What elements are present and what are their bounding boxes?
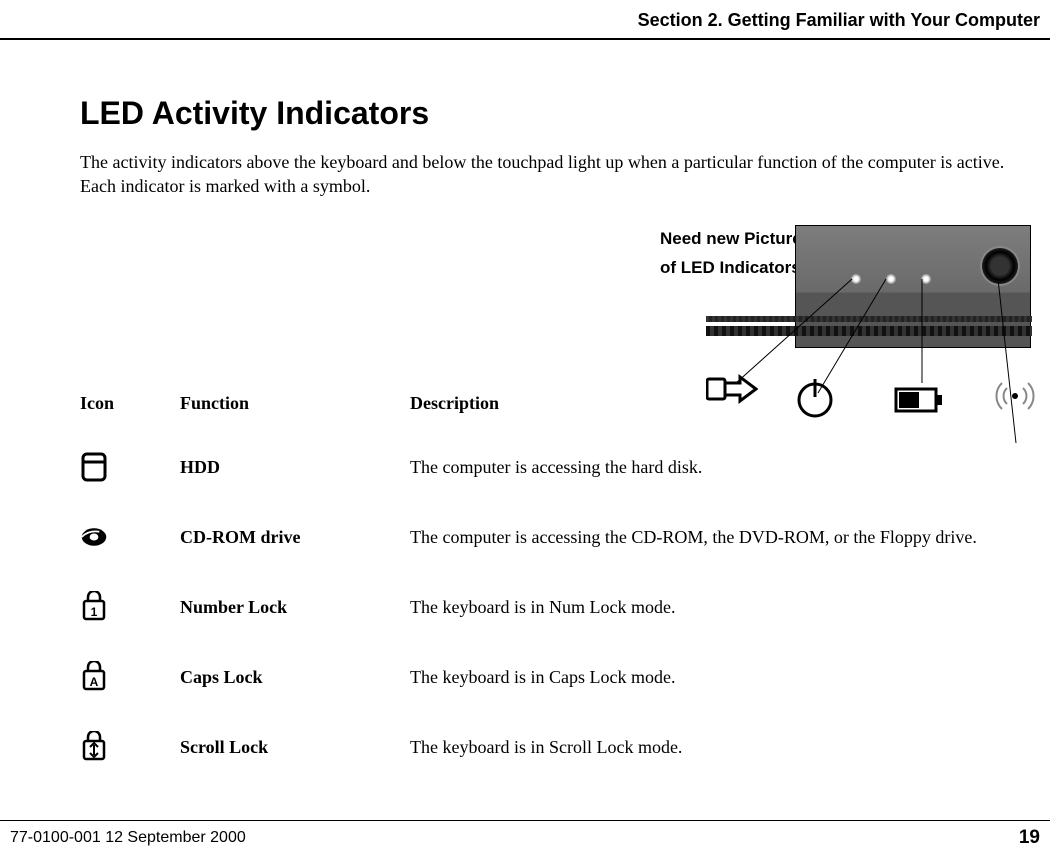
cell-description: The keyboard is in Num Lock mode. [410,597,1040,618]
cell-function: CD-ROM drive [180,527,410,548]
page-title: LED Activity Indicators [80,95,1040,132]
table-header: Icon Function Description [80,385,1040,432]
cell-description: The keyboard is in Caps Lock mode. [410,667,1040,688]
numlock-icon: 1 [80,593,108,621]
capslock-icon: A [80,663,108,691]
svg-text:A: A [90,675,99,689]
cell-description: The computer is accessing the CD-ROM, th… [410,527,1040,548]
cell-function: Scroll Lock [180,737,410,758]
scrolllock-icon [80,733,108,761]
led-photo [795,225,1031,348]
cdrom-icon [80,523,108,551]
cell-description: The keyboard is in Scroll Lock mode. [410,737,1040,758]
table-row: 1 Number Lock The keyboard is in Num Loc… [80,572,1040,642]
table-row: A Caps Lock The keyboard is in Caps Lock… [80,642,1040,712]
section-header: Section 2. Getting Familiar with Your Co… [638,10,1040,31]
cell-description: The computer is accessing the hard disk. [410,457,1040,478]
intro-paragraph: The activity indicators above the keyboa… [80,150,1020,199]
cell-function: Number Lock [180,597,410,618]
table-row: Scroll Lock The keyboard is in Scroll Lo… [80,712,1040,782]
table-row: HDD The computer is accessing the hard d… [80,432,1040,502]
footer-rule [0,820,1050,821]
page-number: 19 [1019,827,1040,849]
table-row: CD-ROM drive The computer is accessing t… [80,502,1040,572]
th-icon: Icon [80,393,180,414]
indicator-table: Icon Function Description HDD The comput… [80,385,1040,782]
cell-function: Caps Lock [180,667,410,688]
th-function: Function [180,393,410,414]
svg-text:1: 1 [91,605,98,619]
th-description: Description [410,393,1040,414]
hdd-icon [80,453,108,481]
footer-docinfo: 77-0100-001 12 September 2000 [10,829,246,847]
cell-function: HDD [180,457,410,478]
header-rule [0,38,1050,40]
